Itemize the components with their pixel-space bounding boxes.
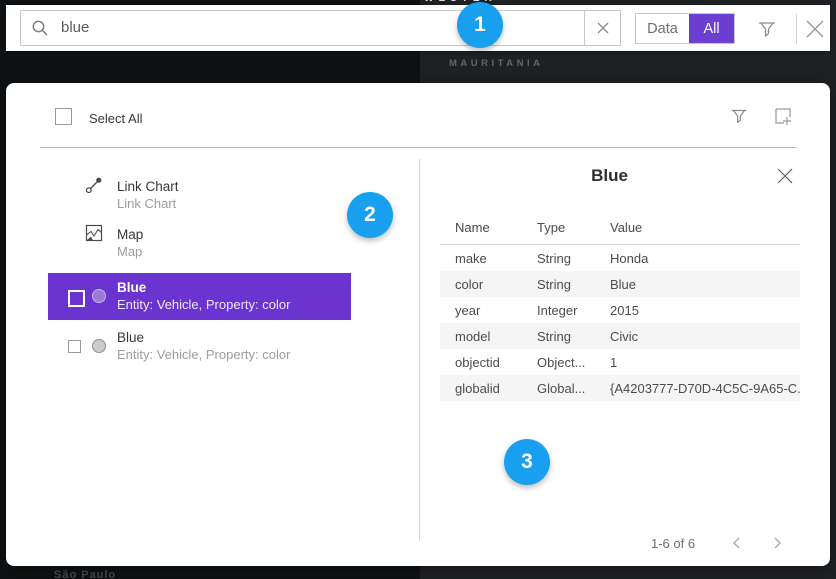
table-row[interactable]: year Integer 2015 <box>440 297 800 323</box>
table-row[interactable]: objectid Object... 1 <box>440 349 800 375</box>
column-header-value: Value <box>610 216 800 245</box>
annotation-badge-2: 2 <box>347 192 393 238</box>
search-icon <box>31 19 49 42</box>
list-item-blue-title[interactable]: Blue <box>117 280 146 295</box>
toolbar-divider <box>796 14 797 44</box>
results-filter-icon[interactable] <box>728 105 750 132</box>
annotation-badge-3: 3 <box>504 439 550 485</box>
table-row[interactable]: make String Honda <box>440 245 800 272</box>
cell-value: Blue <box>610 271 800 297</box>
detail-close-icon[interactable] <box>776 167 794 190</box>
blue-unselected-checkbox[interactable] <box>68 340 81 353</box>
cell-type: Global... <box>537 375 610 401</box>
map-label-mauritania: MAURITANIA <box>449 58 543 69</box>
search-toolbar: blue Data All <box>6 5 830 51</box>
map-icon <box>84 223 104 248</box>
cell-value: Honda <box>610 245 800 272</box>
add-to-selection-icon[interactable] <box>772 105 794 132</box>
scope-toggle: Data All <box>635 13 735 44</box>
list-item-blue-subtitle: Entity: Vehicle, Property: color <box>117 297 290 312</box>
pagination-label: 1-6 of 6 <box>651 536 695 551</box>
cell-type: Integer <box>537 297 610 323</box>
search-close-icon[interactable] <box>802 16 828 47</box>
filter-icon[interactable] <box>755 17 779 46</box>
cell-value: {A4203777-D70D-4C5C-9A65-C... <box>610 375 800 401</box>
cell-name: model <box>440 323 537 349</box>
search-results-panel: Select All Link Chart Link Chart Map Map… <box>6 83 830 566</box>
cell-value: 2015 <box>610 297 800 323</box>
cell-type: Object... <box>537 349 610 375</box>
chevron-right-icon[interactable] <box>770 536 784 555</box>
column-header-name: Name <box>440 216 537 245</box>
table-header-row: Name Type Value <box>440 216 800 245</box>
search-clear-button[interactable] <box>584 11 620 45</box>
list-detail-divider <box>419 159 420 541</box>
table-row[interactable]: globalid Global... {A4203777-D70D-4C5C-9… <box>440 375 800 401</box>
select-all-label: Select All <box>89 111 142 126</box>
blue-selected-checkbox[interactable] <box>68 290 85 307</box>
list-item-map-title[interactable]: Map <box>117 227 143 242</box>
cell-name: make <box>440 245 537 272</box>
scope-data-button[interactable]: Data <box>636 14 689 43</box>
entity-circle-icon <box>92 339 106 353</box>
entity-circle-icon <box>92 289 106 303</box>
app-screen: WESTER MAURITANIA São Paulo blue Data Al… <box>0 0 836 579</box>
link-chart-icon <box>84 175 104 200</box>
list-item-blue2-subtitle: Entity: Vehicle, Property: color <box>117 347 290 362</box>
cell-type: String <box>537 271 610 297</box>
annotation-badge-1: 1 <box>457 2 503 48</box>
cell-type: String <box>537 245 610 272</box>
cell-value: Civic <box>610 323 800 349</box>
list-item-link-chart-title[interactable]: Link Chart <box>117 179 179 194</box>
header-divider <box>40 147 797 148</box>
list-item-link-chart-subtitle: Link Chart <box>117 196 176 211</box>
search-input[interactable]: blue <box>20 10 621 46</box>
table-row[interactable]: color String Blue <box>440 271 800 297</box>
list-item-blue2-title[interactable]: Blue <box>117 330 144 345</box>
attribute-table: Name Type Value make String Honda color … <box>440 216 800 401</box>
select-all-checkbox[interactable] <box>55 108 72 125</box>
scope-all-button[interactable]: All <box>689 14 734 43</box>
cell-name: color <box>440 271 537 297</box>
search-query-text: blue <box>61 19 89 36</box>
column-header-type: Type <box>537 216 610 245</box>
cell-name: globalid <box>440 375 537 401</box>
detail-title: Blue <box>419 166 800 186</box>
map-label-sao-paulo: São Paulo <box>54 569 116 579</box>
cell-name: objectid <box>440 349 537 375</box>
cell-value: 1 <box>610 349 800 375</box>
table-row[interactable]: model String Civic <box>440 323 800 349</box>
chevron-left-icon[interactable] <box>730 536 744 555</box>
cell-type: String <box>537 323 610 349</box>
list-item-map-subtitle: Map <box>117 244 142 259</box>
cell-name: year <box>440 297 537 323</box>
